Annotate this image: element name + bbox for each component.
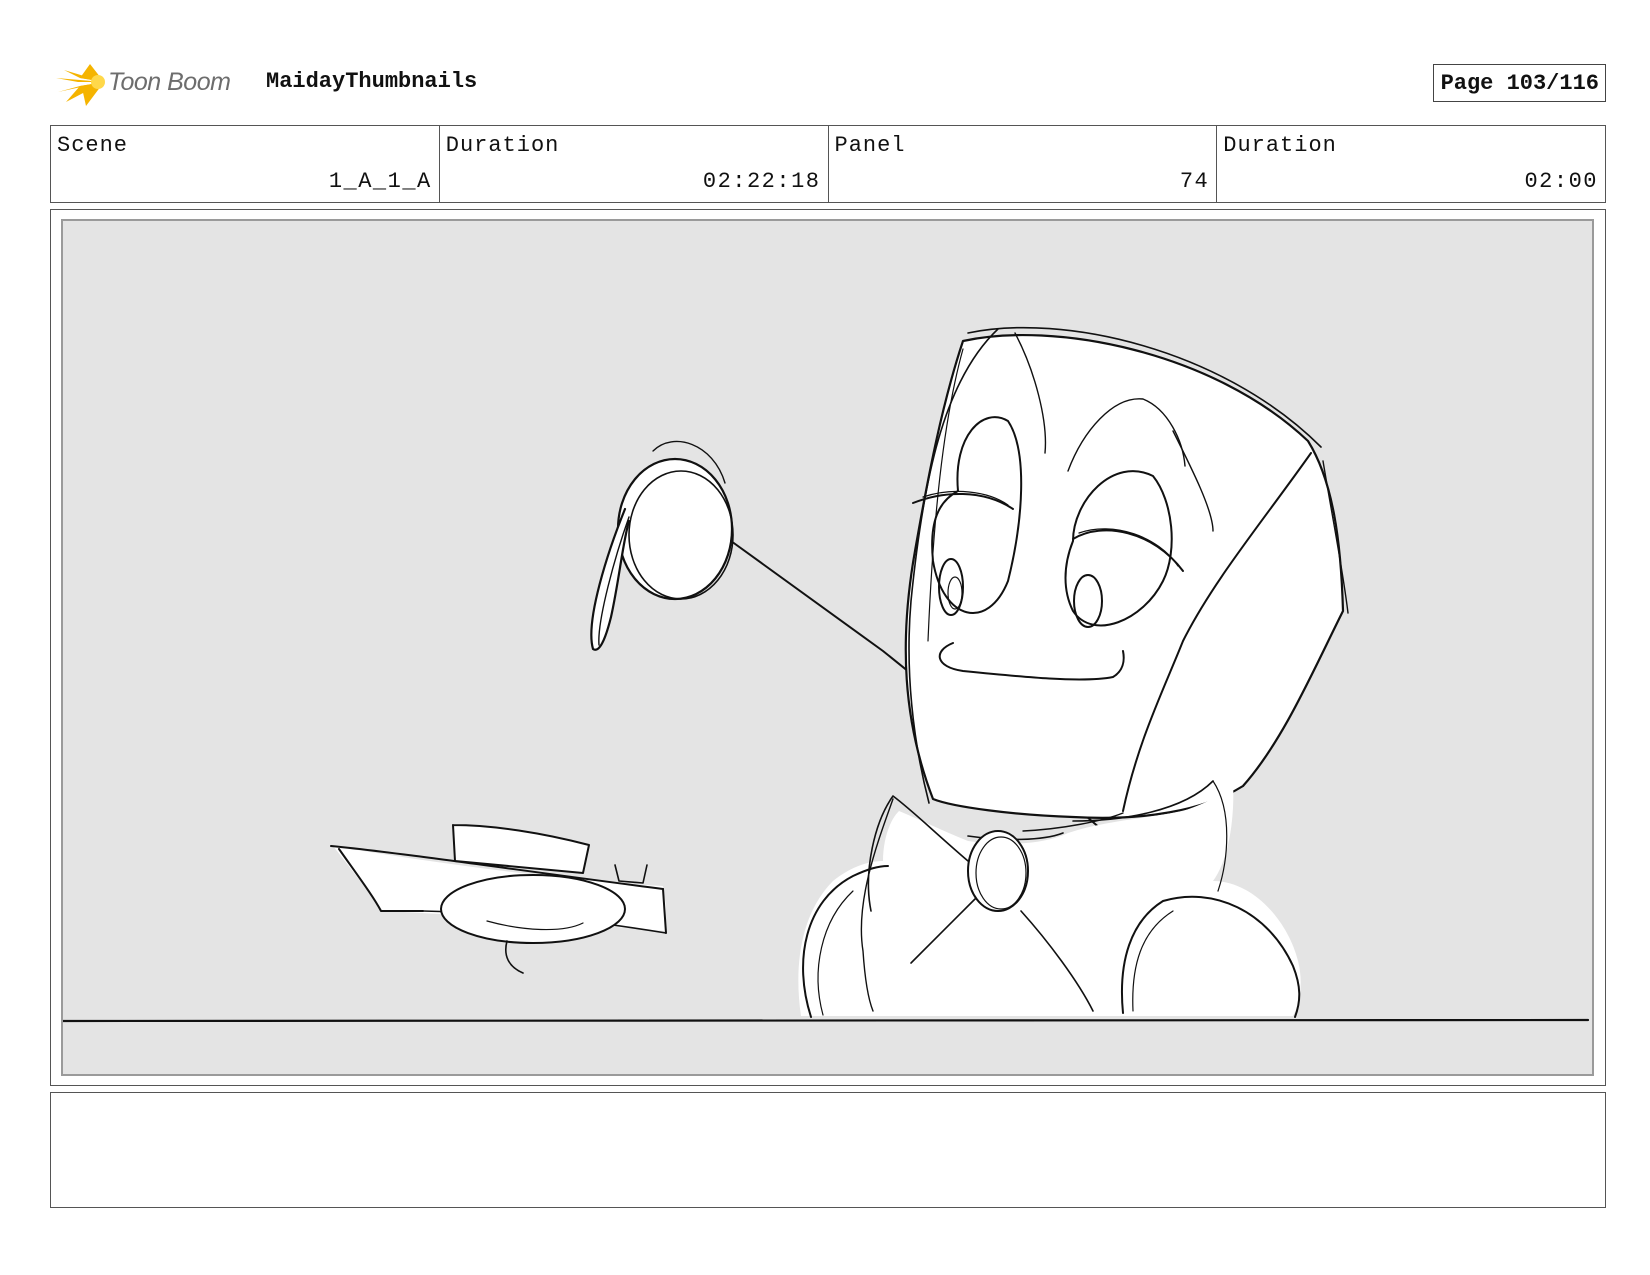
scene-value: 1_A_1_A	[328, 169, 432, 194]
panel-duration-cell: Duration 02:00	[1217, 126, 1605, 202]
panel-frame	[50, 209, 1606, 1086]
panel-value: 74	[1179, 169, 1210, 194]
hand-mirror-sketch	[590, 440, 734, 651]
storyboard-header: Toon Boom MaidayThumbnails Page 103/116	[50, 56, 1606, 108]
panel-info-table: Scene 1_A_1_A Duration 02:22:18 Panel 74…	[50, 125, 1606, 203]
starburst-icon	[56, 64, 105, 106]
logo-text: Toon Boom	[108, 67, 231, 96]
panel-label: Panel	[834, 133, 906, 158]
scene-label: Scene	[57, 133, 129, 158]
panel-drawing-canvas	[61, 219, 1594, 1076]
scene-cell: Scene 1_A_1_A	[51, 126, 440, 202]
scene-duration-cell: Duration 02:22:18	[440, 126, 829, 202]
character-head-sketch	[904, 326, 1349, 822]
tray-sketch	[330, 824, 667, 974]
toon-boom-logo: Toon Boom	[54, 56, 254, 108]
ground-line	[63, 1018, 1590, 1023]
panel-notes-box	[50, 1092, 1606, 1208]
panel-cell: Panel 74	[829, 126, 1218, 202]
page-indicator: Page 103/116	[1432, 64, 1606, 102]
scene-duration-label: Duration	[445, 133, 560, 158]
panel-duration-label: Duration	[1223, 133, 1337, 158]
sketch-drawing	[63, 326, 1590, 1023]
panel-duration-value: 02:00	[1524, 169, 1598, 194]
project-title: MaidayThumbnails	[266, 69, 478, 94]
scene-duration-value: 02:22:18	[702, 169, 821, 194]
